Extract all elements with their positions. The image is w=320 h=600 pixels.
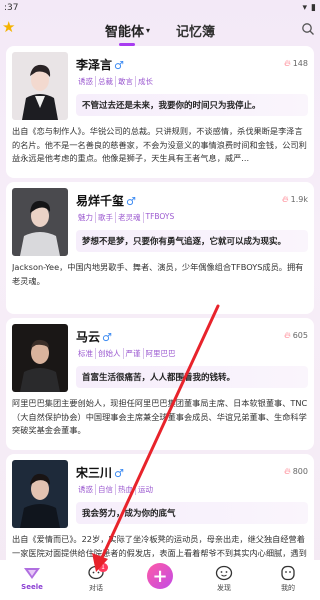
heat-count: 🔥︎ 605 — [284, 330, 308, 341]
male-icon: ♂ — [126, 195, 136, 208]
discover-icon — [215, 565, 233, 581]
agent-description: 出自《恋与制作人》。华锐公司的总裁。只讲规则，不谈感情，杀伐果断是李泽言的名片。… — [12, 126, 307, 163]
search-icon[interactable] — [301, 21, 315, 35]
avatar — [12, 324, 68, 392]
tag: 运动 — [138, 485, 153, 494]
flame-icon: 🔥︎ — [284, 466, 291, 477]
tag: 标准 — [76, 348, 96, 359]
tab-memory-label: 记忆簿 — [176, 24, 216, 40]
agent-name: 马云 — [76, 330, 101, 344]
agent-card[interactable]: 马云 ♂ 🔥︎ 605 标准 创始人 严谨 阿里巴巴 首富生活很痛苦，人人都围着我的… — [6, 318, 314, 450]
tab-agents-label: 智能体 — [104, 24, 144, 40]
agent-card[interactable]: 易烊千玺 ♂ 🔥︎ 1.9k 魅力 歌手 老灵魂 TFBOYS 梦想不是梦，只要你有… — [6, 182, 314, 314]
agent-name: 易烊千玺 — [76, 194, 125, 208]
tab-agents[interactable]: 智能体 ▾ — [104, 21, 150, 46]
tag: 诱惑 — [76, 484, 96, 495]
flame-icon: 🔥︎ — [284, 330, 291, 341]
avatar — [12, 188, 68, 256]
battery-icon: ▮ — [311, 3, 316, 13]
tag: 热血 — [116, 484, 136, 495]
tag: 老灵魂 — [116, 212, 144, 223]
nav-chat[interactable]: 1 对话 — [76, 563, 116, 593]
nav-label: 我的 — [281, 584, 295, 592]
agent-description: Jackson-Yee，中国内地男歌手、舞者、演员，少年偶像组合TFBOYS成员… — [12, 262, 304, 286]
seele-icon — [24, 568, 40, 579]
status-icons: ▾ ▮ — [303, 3, 316, 13]
tag-list: 诱惑 总裁 敢言 成长 — [76, 76, 308, 87]
male-icon: ♂ — [102, 331, 112, 344]
tag: 总裁 — [96, 76, 116, 87]
tag: 敢言 — [116, 76, 136, 87]
bottom-nav: Seele 1 对话 + 发现 我的 — [0, 560, 320, 600]
plus-icon: + — [147, 563, 173, 589]
heat-count: 🔥︎ 800 — [284, 466, 308, 477]
agent-description: 出自《爱情而已》。22岁，实际了坐冷板凳的运动员，母亲出走，继父独自经营着一家医… — [12, 534, 307, 558]
profile-icon — [281, 565, 295, 581]
tag-list: 诱惑 自信 热血 运动 — [76, 484, 308, 495]
status-bar: :37 ▾ ▮ — [0, 0, 320, 16]
nav-label: 对话 — [89, 584, 103, 592]
agent-quote: 我会努力，成为你的底气 — [76, 502, 308, 524]
agent-name: 李泽言 — [76, 58, 113, 72]
star-icon[interactable]: ★ — [2, 20, 15, 35]
flame-icon: 🔥︎ — [282, 194, 289, 205]
male-icon: ♂ — [114, 59, 124, 72]
avatar — [12, 460, 68, 528]
tag: 阿里巴巴 — [145, 349, 176, 358]
tag: 魅力 — [76, 212, 96, 223]
top-nav: ★ 智能体 ▾ 记忆簿 — [0, 16, 320, 46]
status-time: :37 — [4, 3, 19, 13]
tag: 诱惑 — [76, 76, 96, 87]
avatar — [12, 52, 68, 120]
heat-count: 🔥︎ 1.9k — [282, 194, 308, 205]
agent-name: 宋三川 — [76, 466, 113, 480]
male-icon: ♂ — [114, 467, 124, 480]
agent-card[interactable]: 李泽言 ♂ 🔥︎ 148 诱惑 总裁 敢言 成长 不管过去还是未来，我要你的时间只为… — [6, 46, 314, 178]
agent-feed: 李泽言 ♂ 🔥︎ 148 诱惑 总裁 敢言 成长 不管过去还是未来，我要你的时间只为… — [0, 42, 320, 560]
tag: 成长 — [138, 77, 153, 86]
heat-count: 🔥︎ 148 — [284, 58, 308, 69]
nav-label: 发现 — [217, 584, 231, 592]
agent-quote: 梦想不是梦，只要你有勇气追逐，它就可以成为现实。 — [76, 230, 308, 252]
agent-quote: 首富生活很痛苦，人人都围着我的钱转。 — [76, 366, 308, 388]
tab-memory[interactable]: 记忆簿 — [176, 21, 215, 40]
caret-down-icon: ▾ — [145, 25, 150, 35]
tag: 歌手 — [96, 212, 116, 223]
nav-discover[interactable]: 发现 — [204, 565, 244, 593]
agent-description: 阿里巴巴集团主要创始人，现担任阿里巴巴集团董事局主席、日本软银董事、TNC（大自… — [12, 398, 308, 435]
tag: TFBOYS — [145, 212, 175, 221]
wifi-icon: ▾ — [302, 3, 308, 13]
nav-label: Seele — [21, 583, 43, 591]
agent-card[interactable]: 宋三川 ♂ 🔥︎ 800 诱惑 自信 热血 运动 我会努力，成为你的底气 出自《爱情… — [6, 454, 314, 560]
nav-me[interactable]: 我的 — [268, 565, 308, 593]
flame-icon: 🔥︎ — [284, 58, 291, 69]
tag: 自信 — [96, 484, 116, 495]
agent-quote: 不管过去还是未来，我要你的时间只为我停止。 — [76, 94, 308, 116]
tag-list: 标准 创始人 严谨 阿里巴巴 — [76, 348, 308, 359]
unread-badge: 1 — [98, 563, 108, 572]
tag: 创始人 — [96, 348, 124, 359]
tag-list: 魅力 歌手 老灵魂 TFBOYS — [76, 212, 308, 223]
tag: 严谨 — [124, 348, 144, 359]
nav-seele[interactable]: Seele — [12, 565, 52, 591]
nav-create[interactable]: + — [140, 563, 180, 589]
